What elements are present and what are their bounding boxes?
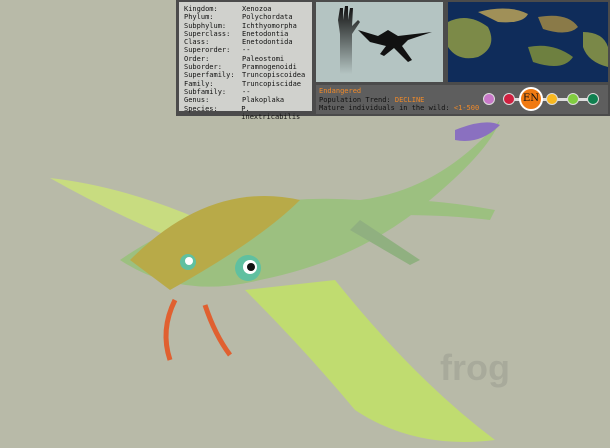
status-dot-nt [567,93,579,105]
taxonomy-rank: Genus: [184,96,210,105]
taxonomy-rank: Superfamily: [184,71,235,80]
taxonomy-row: Family: Truncopiscidae [184,80,312,88]
status-dot-ex [483,93,495,105]
taxonomy-row: Subphylum: Ichthyomorpha [184,22,312,30]
status-badge: EN [519,87,543,111]
taxonomy-value: Plakoplaka [242,96,285,105]
taxonomy-value: Truncopiscoidea [242,71,306,80]
silhouette-icon [338,6,432,74]
taxonomy-row: Class: Enetodontida [184,38,312,46]
taxonomy-value: Enetodontida [242,38,293,47]
creature-illustration: frog [50,120,510,442]
status-dot-lc [587,93,599,105]
iucn-scale: EN [483,87,599,111]
taxonomy-table: Kingdom: Xenozoa Phylum: Polychordata Subphy… [179,2,312,121]
taxonomy-value: Truncopiscidae [242,79,302,88]
trend-value: DECLINE [394,95,425,104]
taxonomy-row: Superfamily: Truncopiscoidea [184,71,312,79]
taxonomy-row: Phylum: Polychordata [184,13,312,21]
taxonomy-value: Xenozoa [242,5,272,13]
taxonomy-value: Enetodontia [242,29,289,38]
taxonomy-row: Subfamily: -- [184,88,312,96]
taxonomy-rank: Family: [184,79,214,88]
taxonomy-row: Suborder: Pramnogenoidi [184,63,312,71]
status-dot-cr [503,93,515,105]
taxonomy-value: Polychordata [242,13,293,22]
taxonomy-rank: Class: [184,38,210,47]
taxonomy-rank: Subfamily: [184,87,227,96]
taxonomy-rank: Superorder: [184,46,231,55]
status-dot-vu [546,93,558,105]
taxonomy-row: Order: Paleostomi [184,55,312,63]
taxonomy-value: Ichthyomorpha [242,21,297,30]
taxonomy-row: Genus: Plakoplaka [184,96,312,104]
taxonomy-value: -- [242,46,251,55]
taxonomy-rank: Subphylum: [184,21,227,30]
taxonomy-rank: Kingdom: [184,5,218,13]
taxonomy-rank: Superclass: [184,29,231,38]
size-comparison [316,2,443,82]
taxonomy-row: Superorder: -- [184,46,312,54]
trend-label: Population Trend: [319,95,391,104]
range-map [448,2,608,82]
taxonomy-row: Superclass: Enetodontia [184,30,312,38]
watermark-logo: frog [440,347,510,388]
taxonomy-row: Kingdom: Xenozoa [184,5,312,13]
taxonomy-rank: Suborder: [184,63,222,72]
taxonomy-value: Pramnogenoidi [242,63,297,72]
taxonomy-value: -- [242,87,251,96]
taxonomy-rank: Phylum: [184,13,214,22]
taxonomy-value: Paleostomi [242,54,285,63]
taxonomy-rank: Order: [184,54,210,63]
